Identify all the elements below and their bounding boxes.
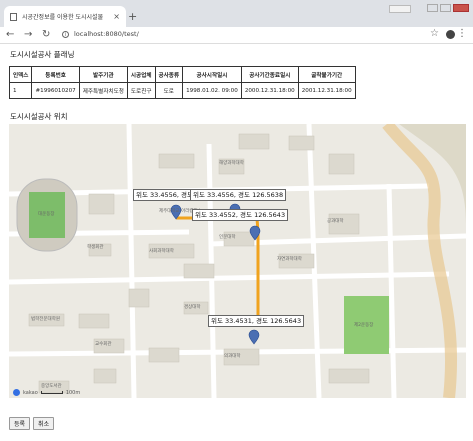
extension-icon[interactable] xyxy=(446,30,455,39)
table-header: 인덱스 xyxy=(8,66,33,83)
map-label: 해양과학대학 xyxy=(219,161,244,166)
map-attribution: kakao 100m xyxy=(13,389,80,396)
tab-close-icon[interactable]: × xyxy=(113,12,120,21)
table-header: 공사시작일시 xyxy=(182,66,242,83)
table-cell: #1996010207 xyxy=(31,82,80,99)
browser-tab[interactable]: 시공간정보를 이용한 도시시설물 × xyxy=(4,6,126,27)
maximize-icon[interactable] xyxy=(440,4,451,12)
browser-toolbar: ← → ↻ i localhost:8080/test/ ☆ ⋮ xyxy=(0,27,473,44)
table-row[interactable]: 1 #1996010207 제주특별자치도청 도로친구 도로 1998.01.0… xyxy=(8,82,356,99)
table-cell: 도로친구 xyxy=(126,82,156,99)
map-label: 자연과학대학 xyxy=(277,257,302,262)
table-cell: 1 xyxy=(8,82,33,99)
table-cell: 도로 xyxy=(154,82,184,99)
table-cell: 2000.12.31.18:00 xyxy=(240,82,299,99)
table-header: 굴착불가기간 xyxy=(297,66,356,83)
bookmark-star-icon[interactable]: ☆ xyxy=(430,28,439,39)
map-label: 경상대학 xyxy=(184,305,201,310)
map-label: 제2운동장 xyxy=(354,323,374,328)
table-header: 시공업체 xyxy=(126,66,156,83)
table-header: 등록번호 xyxy=(31,66,80,83)
table-cell: 1998.01.02. 09:00 xyxy=(182,82,242,99)
close-window-icon[interactable] xyxy=(453,4,469,12)
scale-bar xyxy=(40,391,63,394)
table-cell: 2001.12.31.18:00 xyxy=(297,82,356,99)
map-label: 공과대학 xyxy=(327,219,344,224)
map-label: 대운동장 xyxy=(38,212,55,217)
cancel-button[interactable]: 취소 xyxy=(33,417,55,430)
kakao-logo-icon xyxy=(13,389,20,396)
address-bar[interactable]: localhost:8080/test/ xyxy=(74,30,139,38)
map-label: 학생회관 xyxy=(87,245,104,250)
coordinate-infobox: 위도 33.4552, 경도 126.5643 xyxy=(192,209,289,221)
table-header: 공사기간종료일시 xyxy=(240,66,299,83)
register-button[interactable]: 등록 xyxy=(9,417,31,430)
page-title: 도시시설공사 플래닝 xyxy=(10,50,75,59)
map-label: 사회과학대학 xyxy=(149,249,174,254)
map-section-title: 도시시설공사 위치 xyxy=(10,112,68,121)
table-header: 공사종류 xyxy=(154,66,184,83)
coordinate-infobox: 위도 33.4531, 경도 126.5643 xyxy=(208,315,305,327)
page-icon xyxy=(10,12,17,21)
minimize-icon[interactable] xyxy=(427,4,438,12)
coordinate-infobox: 위도 33.4556, 경도 126.5638 xyxy=(190,189,287,201)
table-header: 발주기관 xyxy=(78,66,128,83)
map-label: 의과대학 xyxy=(224,354,241,359)
reload-icon[interactable]: ↻ xyxy=(42,29,50,40)
map-provider: kakao xyxy=(23,389,38,396)
scale-label: 100m xyxy=(65,389,81,396)
tab-title: 시공간정보를 이용한 도시시설물 xyxy=(22,14,104,21)
map-label: 교수회관 xyxy=(95,342,112,347)
table-header-row: 인덱스 등록번호 발주기관 시공업체 공사종류 공사시작일시 공사기간종료일시 … xyxy=(8,66,356,83)
table-cell: 제주특별자치도청 xyxy=(78,82,128,99)
browser-tab-bar: 시공간정보를 이용한 도시시설물 × + xyxy=(0,0,473,27)
planning-table: 인덱스 등록번호 발주기관 시공업체 공사종류 공사시작일시 공사기간종료일시 … xyxy=(8,66,356,99)
map-label: 인문대학 xyxy=(219,235,236,240)
profile-chip[interactable] xyxy=(389,5,411,13)
window-controls xyxy=(427,4,469,12)
back-icon[interactable]: ← xyxy=(6,29,14,40)
campus-map[interactable]: 대운동장 제주대학교 아라캠퍼스 학생회관 사회과학대학 인문대학 자연과학대학… xyxy=(9,124,466,398)
forward-icon[interactable]: → xyxy=(24,29,32,40)
site-info-icon[interactable]: i xyxy=(62,31,69,38)
map-label: 법학전문대학원 xyxy=(31,317,60,322)
new-tab-icon[interactable]: + xyxy=(128,10,137,23)
browser-menu-icon[interactable]: ⋮ xyxy=(457,28,467,39)
form-buttons: 등록 취소 xyxy=(9,417,55,430)
